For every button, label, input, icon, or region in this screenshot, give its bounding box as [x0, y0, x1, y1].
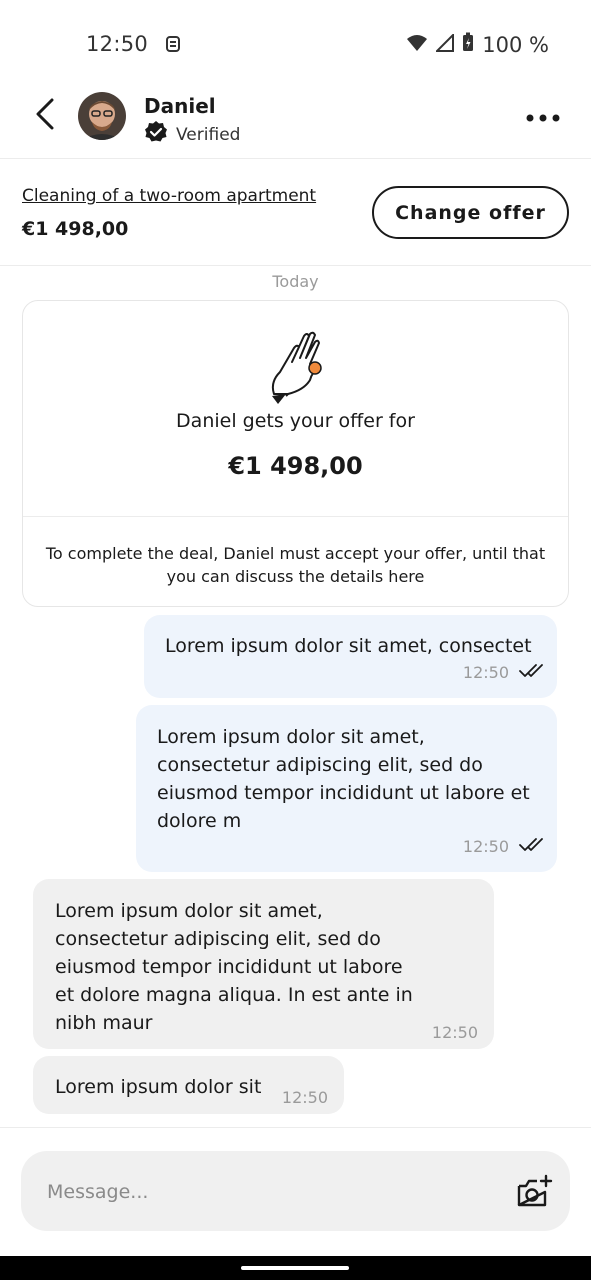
- change-offer-button[interactable]: Change offer: [372, 186, 569, 239]
- verified-badge-icon: [144, 120, 168, 149]
- message-text: Lorem ipsum dolor sit: [55, 1076, 262, 1098]
- message-meta: 12:50: [463, 833, 547, 861]
- battery-icon: [462, 32, 474, 57]
- status-time: 12:50: [86, 32, 181, 58]
- verified-label: Verified: [176, 124, 241, 145]
- sim-icon: [165, 34, 181, 58]
- message-time: 12:50: [462, 663, 509, 682]
- offer-card-divider: [23, 516, 568, 517]
- message-text: Lorem ipsum dolor sit amet, consectetur …: [157, 726, 530, 832]
- back-button[interactable]: [26, 96, 66, 136]
- message-time: 12:50: [431, 1023, 478, 1042]
- offer-card-text: Daniel gets your offer for: [176, 410, 415, 432]
- signal-icon: [434, 32, 455, 57]
- offer-card-price: €1 498,00: [228, 452, 363, 480]
- offer-title-link[interactable]: Cleaning of a two-room apartment: [22, 186, 316, 206]
- message-bubble-incoming[interactable]: Lorem ipsum dolor sit amet, consectetur …: [33, 879, 494, 1049]
- double-check-icon: [519, 833, 547, 861]
- message-bubble-outgoing[interactable]: Lorem ipsum dolor sit amet, consectetur …: [136, 705, 557, 872]
- back-arrow-icon: [34, 98, 58, 134]
- home-indicator[interactable]: [241, 1266, 349, 1270]
- avatar[interactable]: [78, 92, 126, 140]
- message-time: 12:50: [281, 1088, 328, 1107]
- message-text: Lorem ipsum dolor sit amet, consectetur …: [55, 900, 413, 1034]
- offer-price: €1 498,00: [22, 218, 129, 240]
- contact-name: Daniel: [144, 94, 216, 118]
- composer-divider: [0, 1127, 591, 1128]
- message-time: 12:50: [462, 837, 509, 856]
- double-check-icon: [519, 659, 547, 687]
- camera-add-icon: [515, 1174, 555, 1214]
- battery-percent: 100 %: [482, 32, 549, 57]
- verified-status: Verified: [144, 120, 240, 149]
- day-separator: Today: [272, 272, 319, 291]
- message-meta: 12:50: [463, 659, 547, 687]
- wifi-icon: [406, 33, 428, 57]
- hand-coin-icon: [264, 328, 328, 408]
- offer-card-note: To complete the deal, Daniel must accept…: [45, 544, 546, 586]
- message-bubble-outgoing[interactable]: Lorem ipsum dolor sit amet, consectet 12…: [144, 615, 557, 698]
- camera-button[interactable]: [515, 1174, 555, 1210]
- message-composer: [21, 1151, 570, 1231]
- status-icons: 100 %: [406, 32, 549, 57]
- message-input[interactable]: [45, 1173, 489, 1211]
- more-options-button[interactable]: [520, 104, 566, 128]
- message-text: Lorem ipsum dolor sit amet, consectet: [165, 635, 532, 657]
- more-dots-icon: [526, 107, 560, 126]
- message-bubble-incoming[interactable]: Lorem ipsum dolor sit 12:50: [33, 1056, 344, 1114]
